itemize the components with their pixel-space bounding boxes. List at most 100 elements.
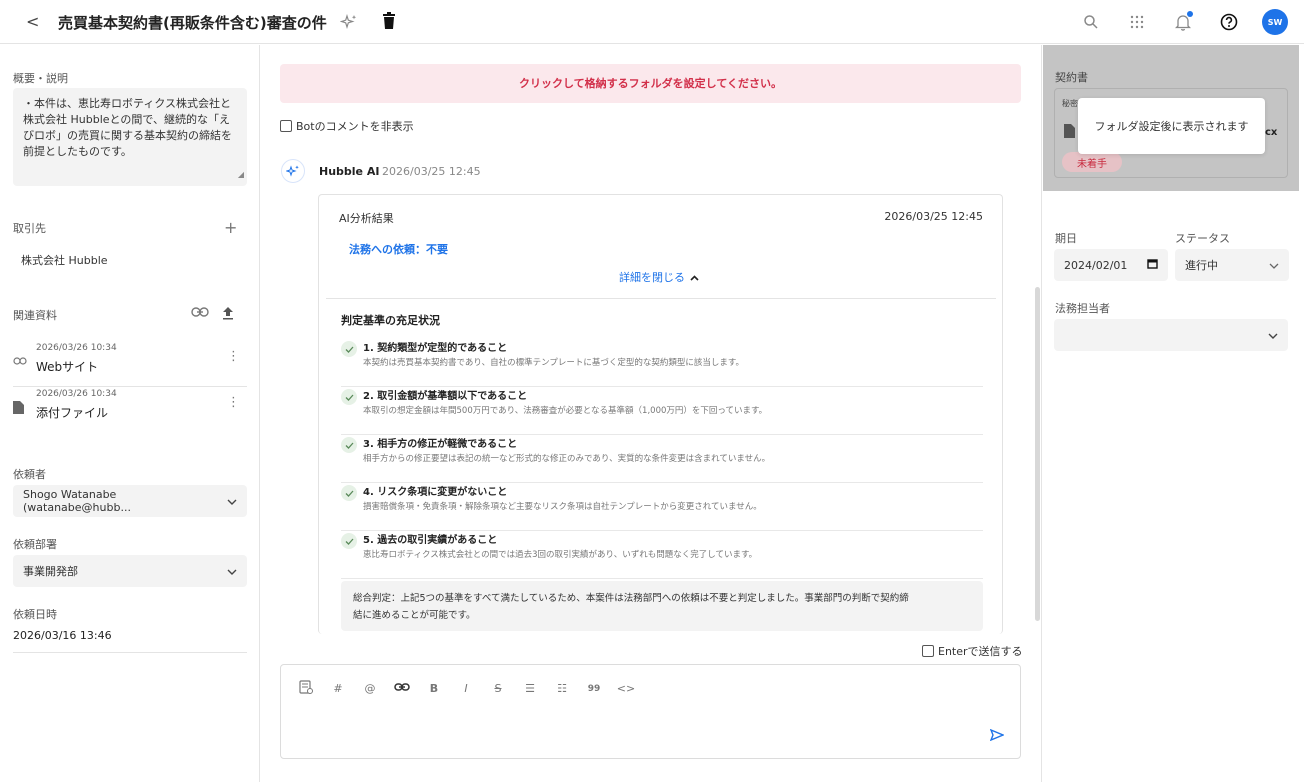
criterion-desc: 損害賠償条項・免責条項・解除条項など主要なリスク条項は自社テンプレートから変更さ… (363, 502, 762, 512)
criterion-title: 3. 相手方の修正が軽微であること (363, 439, 518, 450)
file-icon (1064, 124, 1075, 141)
related-file-item[interactable]: 2026/03/26 10:34 添付ファイル ⋮ (13, 389, 247, 433)
criterion-desc: 本取引の想定金額は年間500万円であり、法務審査が必要となる基準額（1,000万… (363, 406, 768, 416)
partner-label: 取引先 (13, 222, 46, 235)
italic-icon[interactable]: I (456, 682, 476, 695)
enter-send-checkbox[interactable] (922, 645, 934, 657)
close-details-button[interactable]: 詳細を閉じる (619, 269, 699, 285)
criterion-title: 5. 過去の取引実績があること (363, 535, 498, 546)
hide-bot-label: Botのコメントを非表示 (296, 120, 414, 133)
summary-textarea[interactable]: ・本件は、恵比寿ロボティクス株式会社と株式会社 Hubbleとの間で、継続的な「… (13, 88, 247, 186)
related-file-item[interactable]: 2026/03/26 10:34 Webサイト ⋮ (13, 343, 247, 387)
more-vert-icon[interactable]: ⋮ (227, 395, 240, 410)
quote-icon[interactable]: 99 (584, 684, 604, 694)
hide-bot-checkbox[interactable] (280, 120, 292, 132)
card-timestamp: 2026/03/25 12:45 (884, 210, 983, 223)
help-icon[interactable] (1216, 9, 1242, 35)
criterion-title: 2. 取引金額が基準額以下であること (363, 391, 528, 402)
criterion-item: 1. 契約類型が定型的であること 本契約は売買基本契約書であり、自社の標準テンプ… (341, 339, 983, 387)
hash-icon[interactable]: # (328, 682, 348, 695)
divider (13, 652, 247, 653)
request-date-label: 依頼日時 (13, 608, 57, 621)
bot-name: Hubble AI (319, 165, 380, 178)
more-vert-icon[interactable]: ⋮ (227, 349, 240, 364)
ai-analysis-card: AI分析結果 2026/03/25 12:45 法務への依頼：不要 詳細を閉じる… (318, 194, 1003, 634)
bell-icon[interactable] (1170, 9, 1196, 35)
notification-dot (1187, 11, 1193, 17)
chevron-up-icon (690, 271, 699, 284)
status-select[interactable]: 進行中 (1175, 249, 1289, 281)
calendar-icon[interactable] (1147, 258, 1158, 272)
strike-icon[interactable]: S (488, 682, 508, 695)
criterion-desc: 相手方からの修正要望は表記の統一など形式的な修正のみであり、実質的な条件変更は含… (363, 454, 771, 464)
chevron-down-icon (1269, 259, 1279, 272)
due-date-input[interactable]: 2024/02/01 (1054, 249, 1168, 281)
scrollbar[interactable] (1035, 287, 1040, 621)
back-button[interactable]: < (26, 12, 39, 31)
avatar[interactable]: SW (1262, 9, 1288, 35)
divider (326, 298, 996, 299)
comment-editor[interactable]: # @ B I S ☰ ☷ 99 <> (280, 664, 1021, 759)
add-partner-button[interactable]: + (224, 218, 237, 237)
apps-grid-icon[interactable] (1124, 9, 1150, 35)
due-date-value: 2024/02/01 (1064, 258, 1128, 272)
upload-icon[interactable] (221, 306, 235, 323)
chevron-down-icon (1268, 329, 1278, 342)
summary-text: ・本件は、恵比寿ロボティクス株式会社と株式会社 Hubbleとの間で、継続的な「… (23, 97, 232, 158)
send-icon[interactable] (989, 728, 1005, 744)
check-icon (341, 437, 357, 453)
link-icon[interactable] (392, 682, 412, 695)
legal-assignee-label: 法務担当者 (1055, 302, 1110, 315)
mention-icon[interactable]: @ (360, 682, 380, 695)
chevron-down-icon (227, 495, 237, 508)
dept-value: 事業開発部 (23, 565, 78, 578)
criterion-item: 2. 取引金額が基準額以下であること 本取引の想定金額は年間500万円であり、法… (341, 387, 983, 435)
partner-value: 株式会社 Hubble (21, 254, 108, 267)
header-bar: < 売買基本契約書(再販条件含む)審査の件 SW (0, 0, 1304, 44)
criterion-item: 4. リスク条項に変更がないこと 損害賠償条項・免責条項・解除条項など主要なリス… (341, 483, 983, 531)
numbered-list-icon[interactable]: ☷ (552, 682, 572, 695)
check-icon (341, 341, 357, 357)
search-icon[interactable] (1078, 9, 1104, 35)
file-name: Webサイト (36, 360, 99, 374)
file-icon (13, 401, 24, 417)
code-icon[interactable]: <> (616, 682, 636, 695)
add-link-icon[interactable] (191, 306, 209, 323)
due-date-label: 期日 (1055, 232, 1077, 245)
status-value: 進行中 (1185, 259, 1218, 272)
file-date: 2026/03/26 10:34 (36, 389, 117, 399)
hide-bot-toggle[interactable]: Botのコメントを非表示 (280, 118, 414, 134)
check-icon (341, 389, 357, 405)
link-icon (13, 355, 27, 369)
contract-sub-label: 秘密 (1062, 99, 1078, 108)
summary-label: 概要・説明 (13, 72, 68, 85)
editor-toolbar: # @ B I S ☰ ☷ 99 <> (296, 680, 636, 697)
resize-handle-icon[interactable]: ◢ (238, 167, 244, 183)
legal-assignee-select[interactable] (1054, 319, 1288, 351)
trash-icon[interactable] (382, 12, 396, 33)
contract-file-ext: cx (1265, 127, 1278, 138)
folder-setup-banner[interactable]: クリックして格納するフォルダを設定してください。 (280, 64, 1021, 103)
criterion-desc: 恵比寿ロボティクス株式会社との間では過去3回の取引実績があり、いずれも問題なく完… (363, 550, 758, 560)
contract-label: 契約書 (1055, 71, 1088, 84)
template-icon[interactable] (296, 680, 316, 697)
criteria-section-title: 判定基準の充足状況 (341, 314, 440, 327)
bold-icon[interactable]: B (424, 682, 444, 695)
criterion-item: 5. 過去の取引実績があること 恵比寿ロボティクス株式会社との間では過去3回の取… (341, 531, 983, 579)
requester-select[interactable]: Shogo Watanabe (watanabe@hubb... (13, 485, 247, 517)
bullet-list-icon[interactable]: ☰ (520, 682, 540, 695)
bot-timestamp: 2026/03/25 12:45 (382, 165, 481, 178)
file-date: 2026/03/26 10:34 (36, 343, 117, 353)
criterion-title: 4. リスク条項に変更がないこと (363, 487, 508, 498)
check-icon (341, 485, 357, 501)
folder-tooltip: フォルダ設定後に表示されます (1078, 98, 1265, 154)
dept-select[interactable]: 事業開発部 (13, 555, 247, 587)
enter-send-toggle[interactable]: Enterで送信する (922, 643, 1023, 659)
judgement-line-2: 結に進めることが可能です。 (353, 610, 476, 621)
ai-sparkle-icon[interactable] (339, 13, 358, 33)
enter-send-label: Enterで送信する (938, 645, 1023, 658)
criterion-desc: 本契約は売買基本契約書であり、自社の標準テンプレートに基づく定型的な契約類型に該… (363, 358, 744, 368)
divider (13, 386, 247, 387)
request-date-value: 2026/03/16 13:46 (13, 629, 112, 642)
criterion-title: 1. 契約類型が定型的であること (363, 343, 508, 354)
